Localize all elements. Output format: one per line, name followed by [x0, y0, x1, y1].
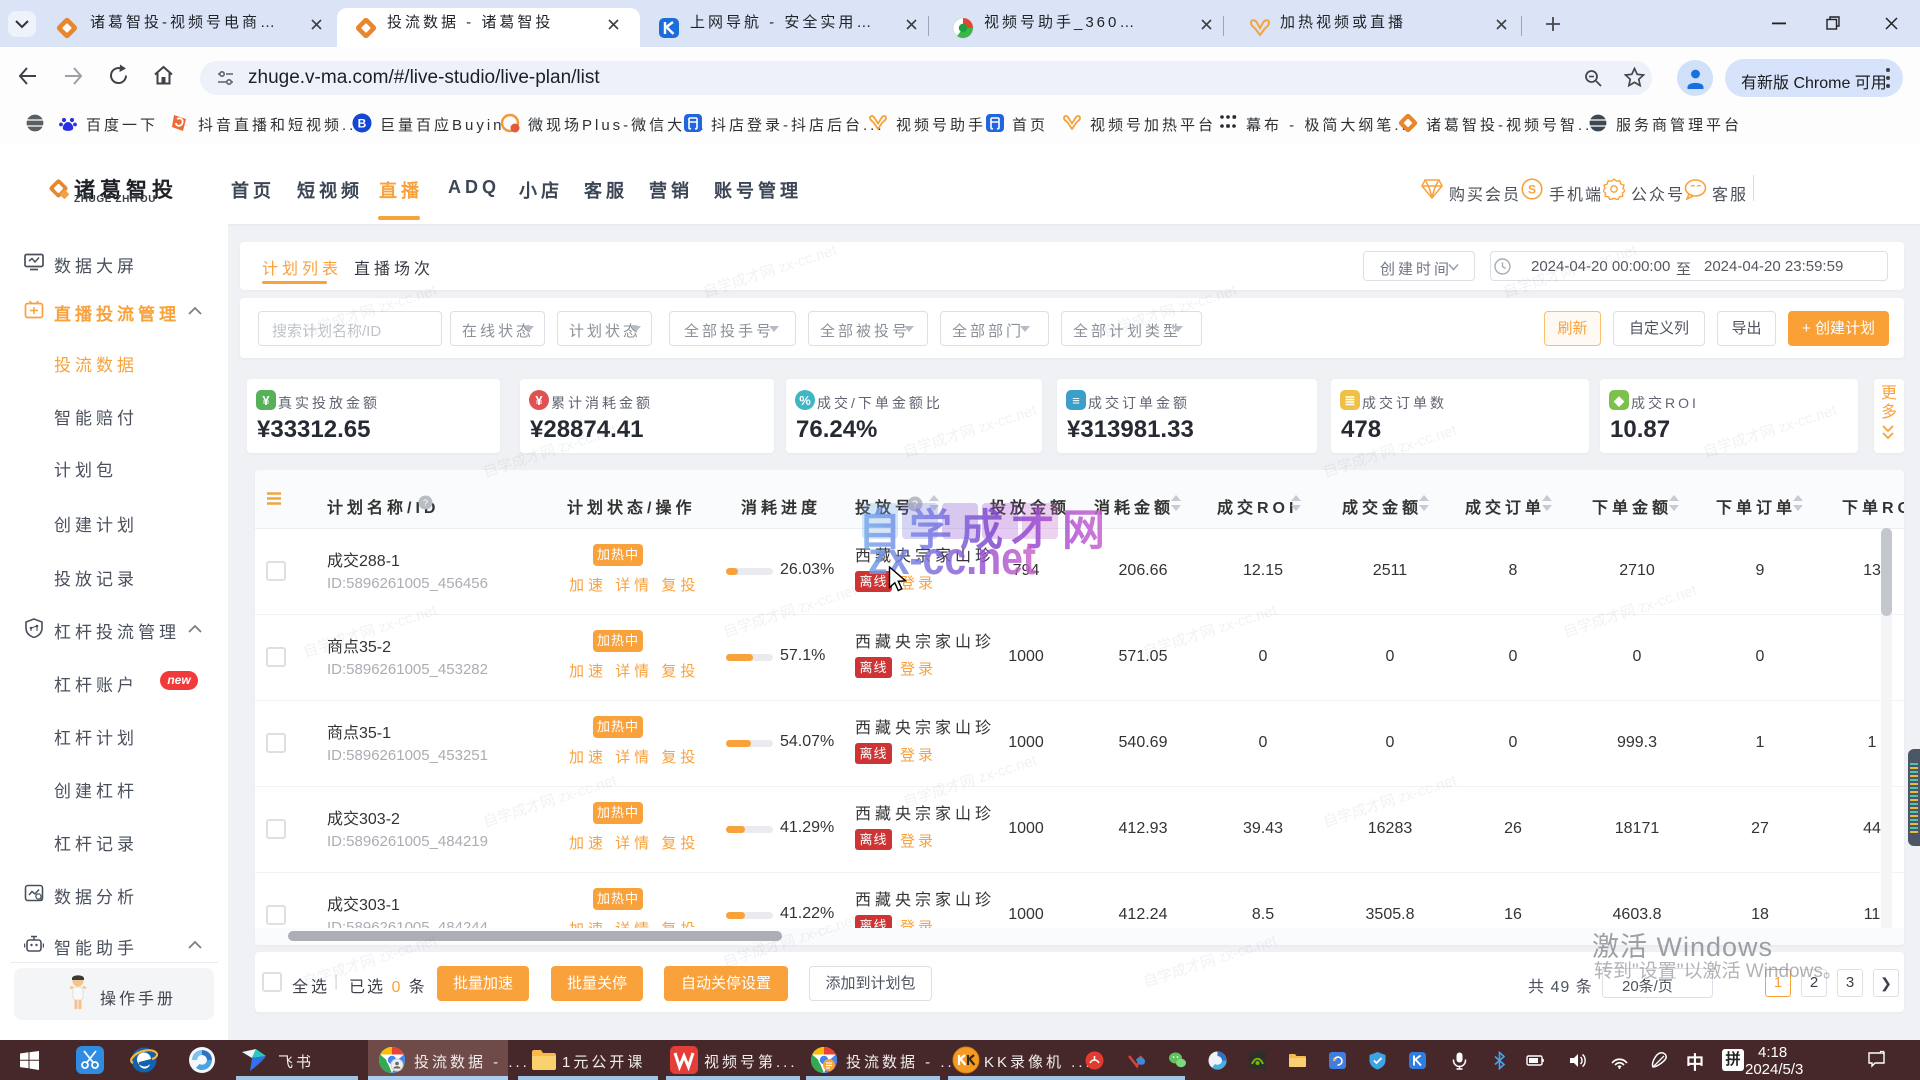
svg-text:B: B [358, 117, 367, 131]
svg-text:S: S [1528, 183, 1536, 197]
svg-text:?: ? [423, 498, 428, 508]
svg-text:?: ? [912, 500, 918, 511]
